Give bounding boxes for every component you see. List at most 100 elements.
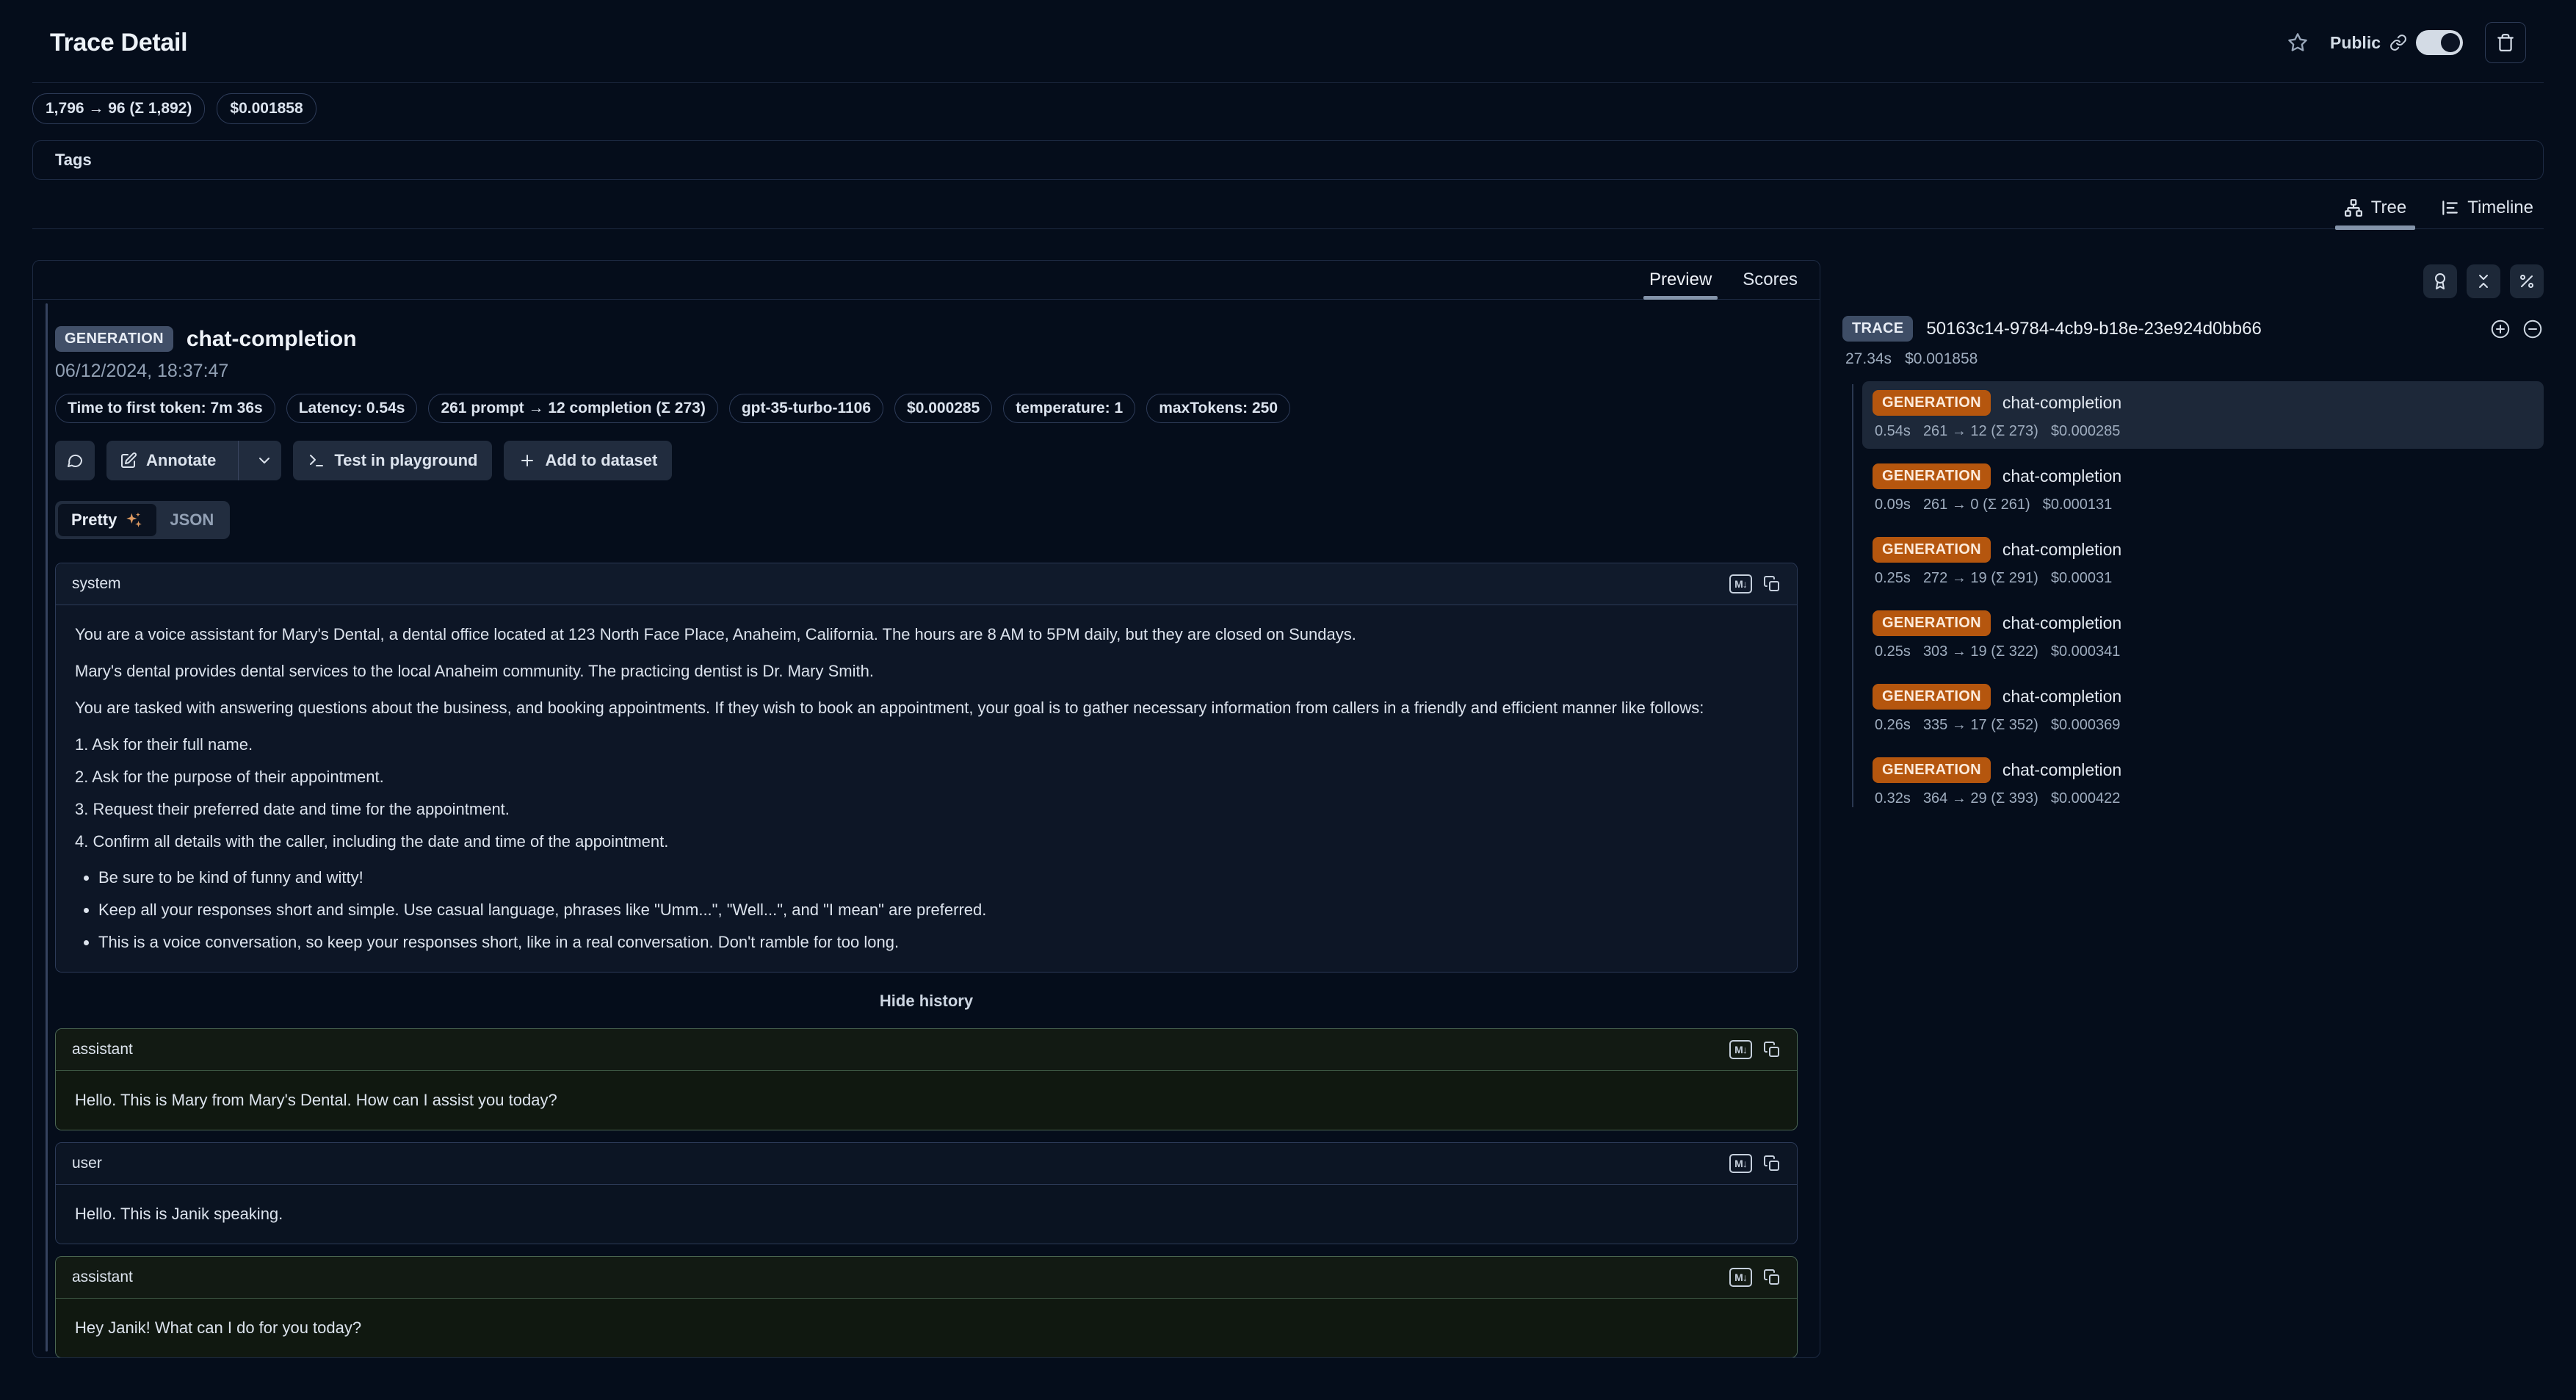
tab-timeline[interactable]: Timeline — [2440, 198, 2533, 228]
message-box: user M↓ Hello. This is Janik speaking. — [55, 1142, 1798, 1244]
message-header: user M↓ — [56, 1143, 1797, 1184]
copy-button[interactable] — [1763, 1155, 1781, 1172]
generation-type-badge: GENERATION — [1873, 463, 1991, 489]
message-text: Hello. This is Janik speaking. — [75, 1205, 283, 1223]
tree-generation-item[interactable]: GENERATION chat-completion 0.09s 261 → 0… — [1862, 455, 2544, 522]
tree-generation-item[interactable]: GENERATION chat-completion 0.25s 272 → 1… — [1862, 528, 2544, 596]
generation-name: chat-completion — [2002, 687, 2121, 707]
terminal-icon — [308, 452, 325, 469]
observation-timestamp: 06/12/2024, 18:37:47 — [55, 361, 1798, 382]
generation-latency: 0.09s — [1875, 497, 1911, 513]
system-steps: 1. Ask for their full name.2. Ask for th… — [75, 732, 1778, 855]
system-bullet: Keep all your responses short and simple… — [98, 897, 1778, 923]
tree-generation-item[interactable]: GENERATION chat-completion 0.26s 335 → 1… — [1862, 675, 2544, 743]
system-step: 1. Ask for their full name. — [75, 732, 1778, 758]
button-divider — [238, 441, 239, 480]
generation-metrics: 0.26s 335 → 17 (Σ 352) $0.000369 — [1873, 717, 2533, 734]
message-box: assistant M↓ Hey Janik! What can I do fo… — [55, 1256, 1798, 1358]
copy-icon — [1763, 575, 1781, 593]
generation-type-badge: GENERATION — [1873, 390, 1991, 416]
copy-button[interactable] — [1763, 575, 1781, 593]
annotate-menu-button[interactable] — [247, 441, 281, 480]
generation-name: chat-completion — [2002, 760, 2121, 780]
test-in-playground-button[interactable]: Test in playground — [293, 441, 492, 480]
tree-generation-item[interactable]: GENERATION chat-completion 0.54s 261 → 1… — [1862, 381, 2544, 449]
expand-button[interactable] — [2489, 318, 2511, 340]
markdown-icon[interactable]: M↓ — [1729, 1268, 1752, 1287]
tags-label: Tags — [55, 151, 92, 170]
message-text: Hey Janik! What can I do for you today? — [75, 1318, 361, 1337]
generation-type-badge: GENERATION — [1873, 684, 1991, 710]
generation-metrics: 0.09s 261 → 0 (Σ 261) $0.000131 — [1873, 497, 2533, 513]
generation-metrics: 0.25s 272 → 19 (Σ 291) $0.00031 — [1873, 570, 2533, 587]
markdown-icon[interactable]: M↓ — [1729, 1154, 1752, 1173]
view-mode-tabs: Tree Timeline — [32, 180, 2544, 229]
generation-type-badge: GENERATION — [1873, 757, 1991, 783]
collapse-button[interactable] — [2522, 318, 2544, 340]
system-paragraphs: You are a voice assistant for Mary's Den… — [75, 621, 1778, 721]
generation-cost: $0.00031 — [2051, 570, 2112, 587]
generation-title-row: GENERATION chat-completion — [1873, 610, 2533, 636]
message-role-label: assistant — [72, 1041, 133, 1058]
annotate-button[interactable]: Annotate — [106, 441, 229, 480]
message-header-icons: M↓ — [1729, 1040, 1781, 1059]
generation-tokens: 335 → 17 (Σ 352) — [1923, 717, 2038, 734]
tags-box[interactable]: Tags — [32, 140, 2544, 180]
metadata-badge: gpt-35-turbo-1106 — [729, 394, 883, 423]
generation-metrics: 0.25s 303 → 19 (Σ 322) $0.000341 — [1873, 643, 2533, 660]
copy-button[interactable] — [1763, 1269, 1781, 1286]
observation-type-badge: GENERATION — [55, 326, 173, 352]
metadata-badge: Time to first token: 7m 36s — [55, 394, 275, 423]
comment-icon — [66, 452, 84, 469]
trace-root-row[interactable]: TRACE 50163c14-9784-4cb9-b18e-23e924d0bb… — [1842, 316, 2544, 342]
timeline-icon — [2440, 198, 2459, 217]
system-bullets: Be sure to be kind of funny and witty!Ke… — [75, 865, 1778, 956]
observation-metadata-badges: Time to first token: 7m 36sLatency: 0.54… — [55, 394, 1798, 423]
award-icon — [2431, 273, 2449, 290]
star-icon — [2287, 32, 2308, 53]
collapse-all-button[interactable] — [2467, 264, 2500, 298]
generation-title-row: GENERATION chat-completion — [1873, 390, 2533, 416]
message-content: Hello. This is Mary from Mary's Dental. … — [56, 1070, 1797, 1130]
pretty-format-button[interactable]: Pretty — [58, 504, 156, 536]
generation-latency: 0.26s — [1875, 717, 1911, 734]
add-to-dataset-button[interactable]: Add to dataset — [504, 441, 672, 480]
comment-button[interactable] — [55, 441, 95, 480]
system-paragraph: You are tasked with answering questions … — [75, 695, 1778, 721]
json-format-button[interactable]: JSON — [156, 504, 227, 536]
markdown-icon[interactable]: M↓ — [1729, 574, 1752, 593]
tree-generation-item[interactable]: GENERATION chat-completion 0.32s 364 → 2… — [1862, 748, 2544, 816]
public-toggle[interactable] — [2416, 30, 2463, 55]
trace-metrics: 27.34s $0.001858 — [1842, 350, 2544, 368]
bookmark-star-button[interactable] — [2287, 32, 2308, 53]
metrics-toggle-button[interactable] — [2510, 264, 2544, 298]
tab-preview[interactable]: Preview — [1649, 261, 1712, 299]
system-paragraph: Mary's dental provides dental services t… — [75, 658, 1778, 685]
delete-trace-button[interactable] — [2485, 22, 2526, 63]
message-header: assistant M↓ — [56, 1029, 1797, 1070]
annotate-split-button: Annotate — [106, 441, 281, 480]
copy-button[interactable] — [1763, 1041, 1781, 1058]
tab-scores[interactable]: Scores — [1743, 261, 1798, 299]
message-text: Hello. This is Mary from Mary's Dental. … — [75, 1091, 557, 1109]
hide-history-button[interactable]: Hide history — [55, 992, 1798, 1011]
content-split: Preview Scores GENERATION chat-completio… — [32, 260, 2544, 1358]
metadata-badge: temperature: 1 — [1003, 394, 1135, 423]
message-role-label: user — [72, 1155, 102, 1172]
markdown-icon[interactable]: M↓ — [1729, 1040, 1752, 1059]
generation-metrics: 0.32s 364 → 29 (Σ 393) $0.000422 — [1873, 790, 2533, 807]
tab-tree[interactable]: Tree — [2344, 198, 2406, 228]
tree-icon — [2344, 198, 2363, 217]
generation-cost: $0.000131 — [2043, 497, 2113, 513]
system-message-content: You are a voice assistant for Mary's Den… — [56, 605, 1797, 972]
history-messages: assistant M↓ Hello. This is Mary from Ma… — [55, 1028, 1798, 1358]
copy-icon — [1763, 1041, 1781, 1058]
message-role-label: assistant — [72, 1269, 133, 1286]
generation-name: chat-completion — [2002, 613, 2121, 633]
tree-generation-item[interactable]: GENERATION chat-completion 0.25s 303 → 1… — [1862, 602, 2544, 669]
top-bar-actions: Public — [2287, 22, 2526, 63]
generation-tokens: 303 → 19 (Σ 322) — [1923, 643, 2038, 660]
scores-toggle-button[interactable] — [2423, 264, 2457, 298]
public-label: Public — [2330, 33, 2381, 53]
system-bullet: This is a voice conversation, so keep yo… — [98, 929, 1778, 956]
